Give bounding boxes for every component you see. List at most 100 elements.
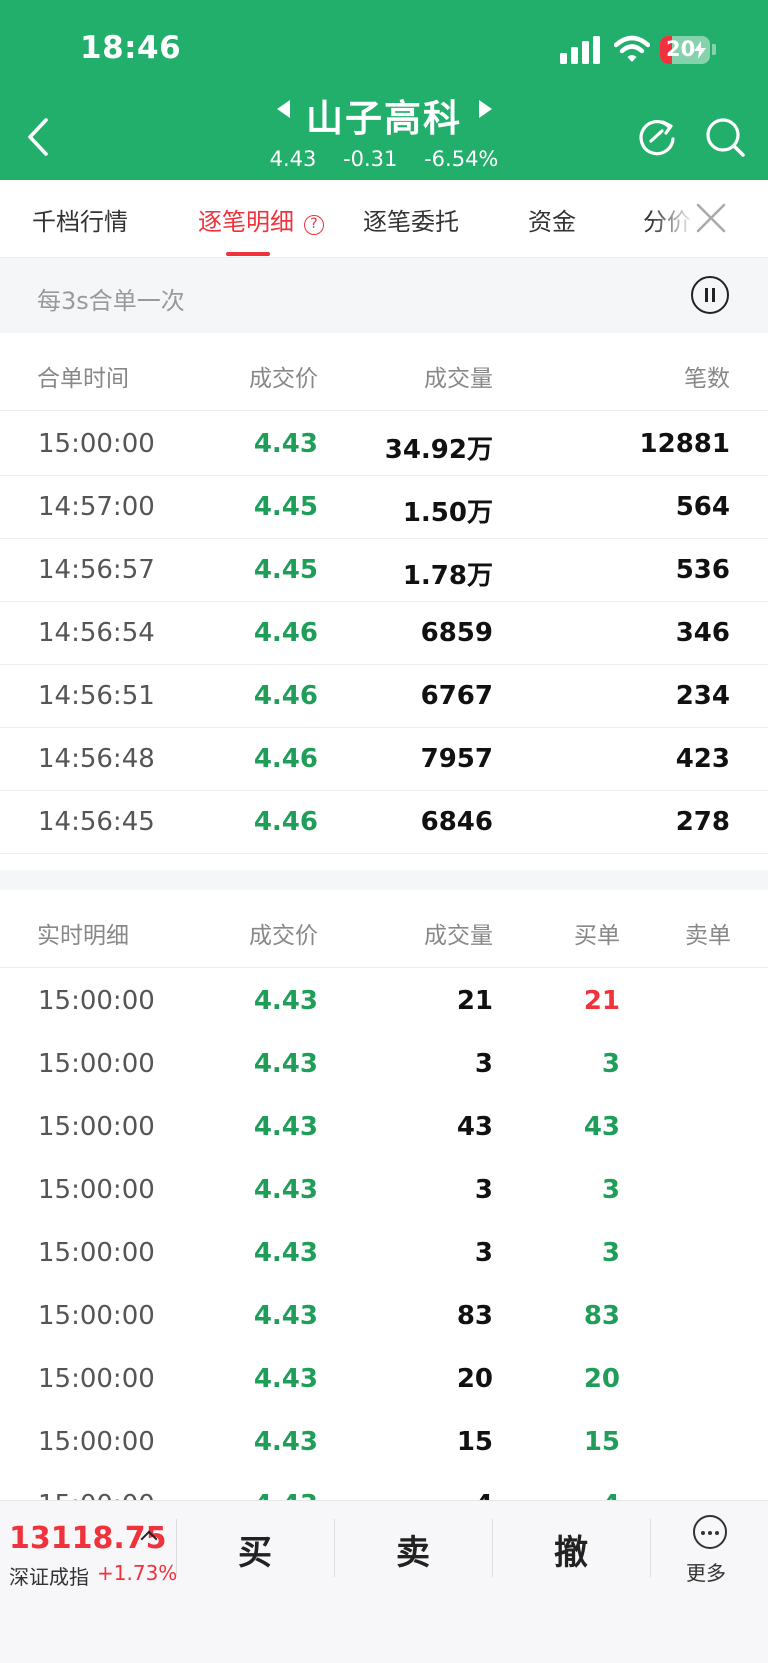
cell-buy: 15 [583,1427,620,1457]
cell-volume: 21 [456,986,493,1016]
cell-count: 278 [675,807,730,837]
col-buy-order: 买单 [574,923,620,949]
help-icon[interactable]: ? [304,215,324,235]
cell-volume: 15 [456,1427,493,1457]
active-tab-indicator [226,252,270,256]
cell-volume: 1.78万 [402,561,493,591]
table-row: 15:00:00 4.43 34.92万 12881 [0,413,768,476]
cell-price: 4.43 [253,986,318,1016]
cell-buy: 3 [601,1049,620,1079]
cell-price: 4.43 [253,1175,318,1205]
cell-count: 423 [675,744,730,774]
table-row: 15:00:00 4.43 43 43 [0,1096,768,1159]
index-name: 深证成指 [9,1565,89,1589]
buy-button[interactable]: 买 [205,1525,305,1574]
cell-price: 4.46 [253,807,318,837]
prev-stock-arrow-icon[interactable] [277,100,290,118]
cell-time: 15:00:00 [38,1364,155,1394]
search-icon[interactable] [704,116,746,158]
cell-price: 4.43 [253,429,318,459]
table-row: 15:00:00 4.43 3 3 [0,1033,768,1096]
cell-volume: 3 [474,1175,493,1205]
cell-time: 14:56:54 [38,618,155,648]
table-row: 15:00:00 4.43 3 3 [0,1159,768,1222]
sell-button[interactable]: 卖 [363,1525,463,1574]
cancel-order-button[interactable]: 撤 [521,1525,621,1574]
col-volume: 成交量 [424,366,493,392]
price-change-pct: -6.54% [424,147,499,171]
merge-interval-bar: 每3s合单一次 [0,258,768,333]
index-change: +1.73% [97,1561,178,1585]
tab-fade [650,180,695,256]
table-row: 15:00:00 4.43 83 83 [0,1285,768,1348]
cell-volume: 6767 [420,681,493,711]
price-change: -0.31 [343,147,398,171]
wifi-icon [614,35,650,62]
cell-count: 564 [675,492,730,522]
divider [650,1519,651,1577]
cell-buy: 21 [583,986,620,1016]
cell-time: 14:56:57 [38,555,155,585]
cell-price: 4.46 [253,681,318,711]
more-label: 更多 [686,1561,726,1585]
cell-volume: 1.50万 [402,498,493,528]
next-stock-arrow-icon[interactable] [479,100,492,118]
cell-volume: 43 [456,1112,493,1142]
cell-price: 4.45 [253,492,318,522]
cell-price: 4.45 [253,555,318,585]
current-price: 4.43 [269,147,317,171]
cell-price: 4.43 [253,1427,318,1457]
refresh-icon[interactable] [636,116,678,158]
tab-tick-details-label: 逐笔明细 [198,208,294,236]
divider [492,1519,493,1577]
cell-count: 346 [675,618,730,648]
cell-price: 4.43 [253,1112,318,1142]
cell-buy: 20 [583,1364,620,1394]
detail-tabs: 千档行情 逐笔明细? 逐笔委托 资金 分价 [0,180,768,258]
table-row: 15:00:00 4.43 21 21 [0,970,768,1033]
table-row: 14:56:48 4.46 7957 423 [0,728,768,791]
col-price: 成交价 [249,923,318,949]
close-icon[interactable] [695,202,727,234]
cell-time: 14:56:45 [38,807,155,837]
stock-header: 18:46 20 山子高科 4.43 -0.31 -6.54% [0,0,768,180]
col-sell-order: 卖单 [685,923,731,949]
table-row-partial: 15:00:00 4.43 4 4 [0,1480,768,1502]
cell-time: 15:00:00 [38,1238,155,1268]
table-row: 14:56:45 4.46 6846 278 [0,791,768,854]
bottom-action-bar: 13118.75 深证成指 +1.73% 买 卖 撤 更多 [0,1500,768,1663]
table-row: 15:00:00 4.43 20 20 [0,1348,768,1411]
cell-price: 4.43 [253,1049,318,1079]
table-row: 15:00:00 4.43 15 15 [0,1411,768,1474]
cell-time: 14:57:00 [38,492,155,522]
cell-count: 12881 [639,429,730,459]
col-count: 笔数 [684,366,730,392]
cell-price: 4.43 [253,1301,318,1331]
cell-time: 15:00:00 [38,1112,155,1142]
merge-interval-text: 每3s合单一次 [37,287,185,315]
table-row: 14:56:54 4.46 6859 346 [0,602,768,665]
pause-icon[interactable] [691,276,729,314]
col-price: 成交价 [249,366,318,392]
battery-tip [712,44,716,55]
tab-tick-details[interactable]: 逐笔明细? [198,202,324,237]
cell-volume: 3 [474,1049,493,1079]
cell-time: 15:00:00 [38,1301,155,1331]
tab-capital[interactable]: 资金 [528,202,576,237]
cell-price: 4.46 [253,618,318,648]
cell-volume: 83 [456,1301,493,1331]
cell-time: 15:00:00 [38,986,155,1016]
tab-level-quotes[interactable]: 千档行情 [32,202,128,237]
cell-buy: 83 [583,1301,620,1331]
realtime-table-header: 实时明细 成交价 成交量 买单 卖单 [0,890,768,968]
cell-buy: 3 [601,1238,620,1268]
table-row: 14:56:57 4.45 1.78万 536 [0,539,768,602]
cell-volume: 6859 [420,618,493,648]
cell-volume: 3 [474,1238,493,1268]
col-merge-time: 合单时间 [37,366,129,392]
cell-buy: 43 [583,1112,620,1142]
tab-tick-orders[interactable]: 逐笔委托 [363,202,459,237]
cell-volume: 20 [456,1364,493,1394]
battery-level: 20 [666,37,696,61]
cell-time: 14:56:51 [38,681,155,711]
